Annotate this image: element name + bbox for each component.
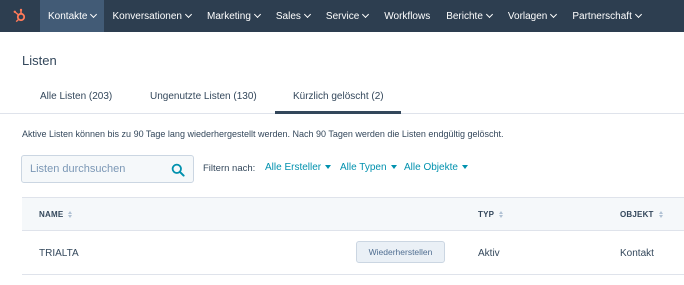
chevron-down-icon: [184, 10, 193, 18]
chevron-down-icon: [90, 10, 98, 18]
chevron-down-icon: [634, 10, 642, 18]
nav-item-partnerschaft[interactable]: Partnerschaft: [564, 0, 648, 32]
top-navigation: Kontakte Konversationen Marketing Sales …: [0, 0, 684, 32]
chevron-down-icon: [550, 10, 558, 18]
chevron-down-icon: [485, 10, 493, 18]
caret-down-icon: [325, 165, 332, 169]
filter-label: Filtern nach:: [203, 163, 256, 174]
nav-item-sales[interactable]: Sales: [268, 0, 318, 32]
filter-object-dropdown[interactable]: Alle Objekte: [404, 162, 468, 173]
filter-creator-dropdown[interactable]: Alle Ersteller: [265, 162, 332, 173]
list-name[interactable]: TRIALTA: [39, 248, 79, 259]
chevron-down-icon: [362, 10, 370, 18]
caret-down-icon: [461, 165, 468, 169]
nav-item-workflows[interactable]: Workflows: [376, 0, 438, 32]
tab-ungenutzte-listen[interactable]: Ungenutzte Listen (130): [150, 91, 257, 102]
nav-item-berichte[interactable]: Berichte: [438, 0, 500, 32]
chevron-down-icon: [303, 10, 311, 18]
column-header-objekt[interactable]: OBJEKT: [620, 210, 663, 219]
restore-button[interactable]: Wiederherstellen: [356, 241, 445, 263]
nav-item-vorlagen[interactable]: Vorlagen: [500, 0, 564, 32]
list-object: Kontakt: [620, 248, 654, 259]
search-icon[interactable]: [171, 163, 185, 177]
page-title: Listen: [22, 53, 57, 68]
search-box: [21, 155, 194, 183]
list-type: Aktiv: [478, 248, 500, 259]
column-header-typ[interactable]: TYP: [478, 210, 504, 219]
nav-item-marketing[interactable]: Marketing: [199, 0, 268, 32]
sort-icon: [499, 211, 504, 218]
nav-item-konversationen[interactable]: Konversationen: [104, 0, 199, 32]
hubspot-logo-icon[interactable]: [0, 0, 40, 32]
nav-item-service[interactable]: Service: [318, 0, 376, 32]
chevron-down-icon: [253, 10, 261, 18]
list-tabs: Alle Listen (203) Ungenutzte Listen (130…: [0, 84, 684, 114]
sort-icon: [658, 211, 663, 218]
tab-kuerzlich-geloescht[interactable]: Kürzlich gelöscht (2): [293, 91, 384, 102]
filter-type-dropdown[interactable]: Alle Typen: [340, 162, 397, 173]
table-header: NAME TYP OBJEKT: [22, 197, 684, 231]
search-input[interactable]: [22, 163, 167, 175]
column-header-name[interactable]: NAME: [39, 210, 73, 219]
caret-down-icon: [390, 165, 397, 169]
table-row: TRIALTA Wiederherstellen Aktiv Kontakt: [22, 231, 684, 275]
nav-item-kontakte[interactable]: Kontakte: [40, 0, 105, 32]
info-text: Aktive Listen können bis zu 90 Tage lang…: [22, 129, 504, 139]
tab-alle-listen[interactable]: Alle Listen (203): [40, 91, 112, 102]
sort-icon: [68, 211, 73, 218]
active-tab-indicator: [275, 111, 401, 114]
